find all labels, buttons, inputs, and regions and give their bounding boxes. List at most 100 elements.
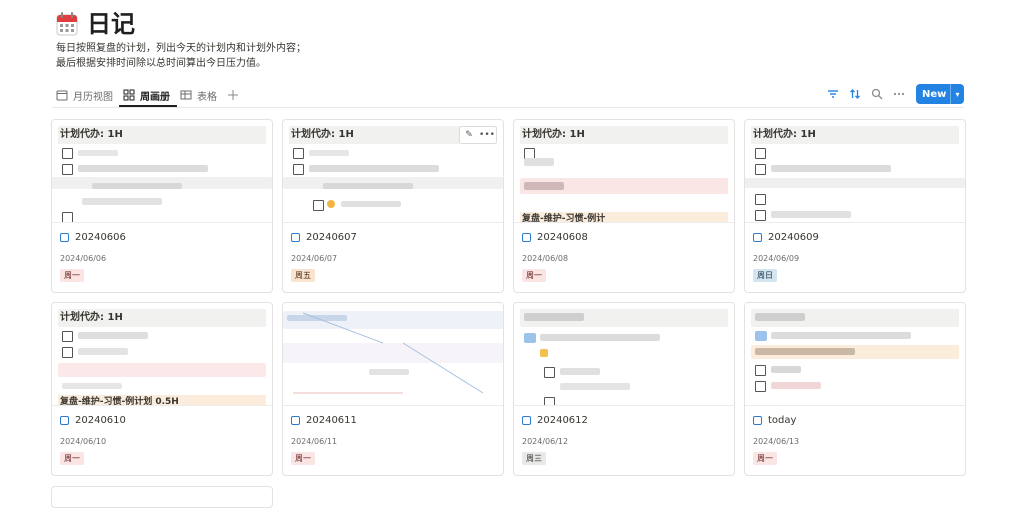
card-date: 2024/06/08 <box>522 254 569 263</box>
blurred-text <box>58 363 266 377</box>
page-description-line-2: 最后根据安排时间除以总时间算出今日压力值。 <box>56 58 266 69</box>
blurred-text <box>560 368 600 375</box>
search-button[interactable] <box>870 87 884 101</box>
gallery-card[interactable]: 计划代办: 1H 20240606 2024/06/06 周一 <box>51 119 273 293</box>
blurred-text <box>524 158 554 166</box>
weekday-tag: 周一 <box>753 452 777 465</box>
card-date: 2024/06/12 <box>522 437 569 446</box>
search-icon <box>871 88 883 100</box>
page-icon <box>291 416 300 425</box>
card-title[interactable]: 20240611 <box>291 415 357 426</box>
blurred-text <box>524 182 564 190</box>
page-icon <box>291 233 300 242</box>
page-icon <box>522 416 531 425</box>
weekday-tag: 周五 <box>291 269 315 282</box>
blurred-text <box>78 332 148 339</box>
card-title-text: 20240612 <box>537 415 588 426</box>
gallery-card-partial[interactable] <box>51 486 273 508</box>
card-cover-preview <box>283 303 503 406</box>
checkbox-icon <box>755 381 766 392</box>
gallery-card[interactable]: 计划代办: 1H 20240609 2024/06/09 周日 <box>744 119 966 293</box>
checkbox-icon <box>62 212 73 222</box>
tab-table[interactable]: 表格 <box>180 88 217 103</box>
card-cover-preview: 计划代办: 1H <box>745 120 965 223</box>
page-description-line-1: 每日按照复盘的计划，列出今天的计划内和计划外内容； <box>56 43 306 54</box>
card-title[interactable]: 20240612 <box>522 415 588 426</box>
card-title[interactable]: 20240609 <box>753 232 819 243</box>
pencil-icon[interactable]: ✎ <box>460 127 478 143</box>
blurred-text <box>82 198 162 205</box>
blurred-text <box>560 383 630 390</box>
tab-label: 周画册 <box>140 91 170 103</box>
more-options-button[interactable] <box>892 87 906 101</box>
blurred-text <box>78 150 118 156</box>
view-tabs: 月历视图 周画册 表格 <box>56 86 239 104</box>
weekday-tag: 周一 <box>60 269 84 282</box>
card-title[interactable]: 20240608 <box>522 232 588 243</box>
blurred-text <box>771 366 801 373</box>
checkbox-icon <box>313 200 324 211</box>
checkbox-icon <box>62 331 73 342</box>
gallery-card[interactable]: 计划代办: 1H ✎ ••• 20240607 2024/06/07 周五 <box>282 119 504 293</box>
add-view-button[interactable] <box>227 89 239 101</box>
gallery-card[interactable]: 20240611 2024/06/11 周一 <box>282 302 504 476</box>
gallery-card[interactable]: 20240612 2024/06/12 周三 <box>513 302 735 476</box>
card-date: 2024/06/11 <box>291 437 338 446</box>
cover-header: 计划代办: 1H <box>520 126 728 144</box>
sort-icon <box>850 89 860 99</box>
tab-week-gallery[interactable]: 周画册 <box>123 88 170 103</box>
page-icon <box>753 416 762 425</box>
more-icon[interactable]: ••• <box>478 127 496 143</box>
blurred-text <box>62 383 122 389</box>
blurred-text <box>341 201 401 207</box>
blurred-text <box>309 150 349 156</box>
gallery-card[interactable]: 计划代办: 1H 复盘-维护-习惯-例计 20240608 2024/06/08… <box>513 119 735 293</box>
blurred-emoji <box>540 349 548 357</box>
gallery-card[interactable]: today 2024/06/13 周一 <box>744 302 966 476</box>
weekday-tag: 周一 <box>291 452 315 465</box>
card-hover-tools: ✎ ••• <box>459 126 497 144</box>
cover-header: 计划代办: 1H <box>58 309 266 327</box>
gallery-icon <box>123 89 135 101</box>
blurred-text <box>755 313 805 321</box>
cover-header: 计划代办: 1H <box>58 126 266 144</box>
page-icon <box>753 233 762 242</box>
card-title-text: 20240606 <box>75 232 126 243</box>
filter-button[interactable] <box>826 87 840 101</box>
card-date: 2024/06/07 <box>291 254 338 263</box>
checkbox-icon <box>62 347 73 358</box>
card-title[interactable]: 20240610 <box>60 415 126 426</box>
card-cover-preview <box>514 303 734 406</box>
weekday-tag: 周一 <box>522 269 546 282</box>
card-title[interactable]: 20240607 <box>291 232 357 243</box>
card-date: 2024/06/10 <box>60 437 107 446</box>
blurred-text <box>540 334 660 341</box>
blurred-text <box>92 183 182 189</box>
blurred-emoji <box>327 200 335 208</box>
tab-label: 月历视图 <box>73 91 113 103</box>
page-icon <box>60 233 69 242</box>
card-title[interactable]: today <box>753 415 796 426</box>
checkbox-icon <box>755 164 766 175</box>
new-button-label: New <box>922 88 947 100</box>
card-cover-preview: 计划代办: 1H <box>52 120 272 223</box>
card-title-text: today <box>768 415 797 426</box>
card-date: 2024/06/09 <box>753 254 800 263</box>
checkbox-icon <box>755 148 766 159</box>
chevron-down-icon[interactable]: ▾ <box>951 90 964 99</box>
cover-highlight: 复盘-维护-习惯-例计 <box>520 212 728 222</box>
page-title[interactable]: 日记 <box>87 8 135 40</box>
checkbox-icon <box>62 164 73 175</box>
gallery-card[interactable]: 计划代办: 1H 复盘-维护-习惯-例计划 0.5H 20240610 2024… <box>51 302 273 476</box>
card-title-text: 20240611 <box>306 415 357 426</box>
sort-button[interactable] <box>848 87 862 101</box>
blurred-diagram <box>293 312 484 394</box>
tab-month-calendar[interactable]: 月历视图 <box>56 88 113 103</box>
card-cover-preview: 计划代办: 1H 复盘-维护-习惯-例计 <box>514 120 734 223</box>
page-icon <box>522 233 531 242</box>
plus-icon <box>228 90 238 100</box>
new-button[interactable]: New ▾ <box>916 84 964 104</box>
checkbox-icon <box>293 148 304 159</box>
card-title[interactable]: 20240606 <box>60 232 126 243</box>
blurred-text <box>771 211 851 218</box>
